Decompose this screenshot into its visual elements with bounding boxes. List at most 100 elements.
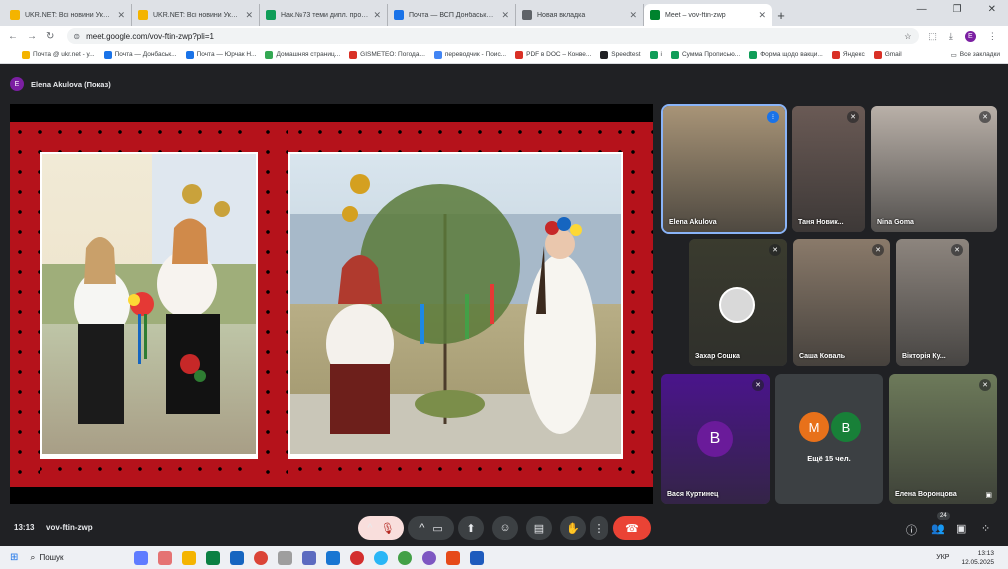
tab-favicon-icon: [10, 10, 20, 20]
participant-tile[interactable]: ✕ Вікторія Ку...: [896, 239, 969, 366]
teams-icon[interactable]: [302, 550, 317, 565]
bookmark-item[interactable]: GISMETEO: Погода...: [349, 50, 425, 59]
word-icon[interactable]: [470, 550, 485, 565]
taskbar-search[interactable]: Пошук: [39, 553, 129, 562]
raise-hand-button[interactable]: ✋: [560, 516, 586, 540]
bookmark-item[interactable]: Speedtest: [600, 50, 641, 59]
chevron-up-icon[interactable]: ^: [419, 522, 424, 534]
leave-call-button[interactable]: ☎: [613, 516, 651, 540]
camera-toggle-button[interactable]: ^ ▭: [408, 516, 454, 540]
url-field[interactable]: ⊜ meet.google.com/vov-ftin-zwp?pli=1 ☆: [67, 28, 920, 44]
participant-tile[interactable]: ⁝ Elena Akulova: [661, 104, 787, 234]
mic-off-icon: ✕: [752, 379, 764, 391]
bookmark-item[interactable]: Gmail: [873, 50, 902, 59]
video-feed: [896, 239, 969, 366]
participant-tile[interactable]: ✕ Елена Воронцова ▣: [889, 374, 997, 504]
close-tab-icon[interactable]: ✕: [245, 10, 253, 21]
download-icon[interactable]: ⤓: [949, 31, 953, 42]
browser-tab[interactable]: Почта — ВСП Донбаський агр... ✕: [388, 4, 516, 26]
bookmark-label: Форма щодо вакци...: [760, 51, 823, 58]
photo-left: [42, 154, 256, 454]
explorer-icon[interactable]: [182, 550, 197, 565]
more-participants-tile[interactable]: M B Ещё 15 чел.: [775, 374, 883, 504]
video-feed: [793, 239, 890, 366]
bookmark-item[interactable]: Форма щодо вакци...: [749, 50, 823, 59]
app-icon[interactable]: [158, 550, 173, 565]
ornament-left: [10, 122, 40, 487]
bookmark-label: Gmail: [884, 51, 902, 58]
menu-icon[interactable]: ⋮: [988, 31, 997, 42]
tab-favicon-icon: [266, 10, 276, 20]
tree-scene-illustration: [290, 174, 621, 454]
edge-icon[interactable]: [206, 550, 221, 565]
opera-icon[interactable]: [350, 550, 365, 565]
windows-start-icon[interactable]: ⊞: [10, 552, 18, 563]
reload-icon[interactable]: ↻: [46, 31, 54, 42]
restore-icon[interactable]: ❐: [953, 4, 962, 15]
close-tab-icon[interactable]: ✕: [117, 10, 125, 21]
browser-tab-strip: UKR.NET: Всі новини України, ...✕UKR.NET…: [0, 0, 1008, 26]
bookmark-favicon-icon: [873, 50, 882, 59]
minimize-icon[interactable]: —: [917, 4, 927, 15]
extensions-icon[interactable]: ⬚: [928, 31, 937, 42]
bookmark-item[interactable]: Сумма Прописью...: [670, 50, 740, 59]
captions-button[interactable]: ▤: [526, 516, 552, 540]
close-tab-icon[interactable]: ✕: [629, 10, 637, 21]
activities-icon[interactable]: ⁘: [981, 522, 990, 535]
close-tab-icon[interactable]: ✕: [758, 10, 766, 21]
app-icon[interactable]: [278, 550, 293, 565]
bookmark-favicon-icon: [649, 50, 658, 59]
site-info-icon[interactable]: ⊜: [73, 32, 80, 41]
close-tab-icon[interactable]: ✕: [373, 10, 381, 21]
browser-tab[interactable]: Нак.№73 теми дипл. проектів ... ✕: [260, 4, 388, 26]
participant-tile[interactable]: ✕ Захар Сошка: [689, 239, 787, 366]
back-icon[interactable]: ←: [8, 31, 18, 42]
bookmark-item[interactable]: Домашняя страниц...: [265, 50, 340, 59]
new-tab-button[interactable]: +: [772, 4, 790, 26]
telegram-icon[interactable]: [374, 550, 389, 565]
bookmark-item[interactable]: i: [649, 50, 662, 59]
bookmark-star-icon[interactable]: ☆: [904, 32, 911, 41]
app-icon[interactable]: [446, 550, 461, 565]
bookmark-item[interactable]: переводчик - Поис...: [433, 50, 506, 59]
close-tab-icon[interactable]: ✕: [501, 10, 509, 21]
chrome-icon[interactable]: [254, 550, 269, 565]
profile-avatar[interactable]: E: [964, 30, 976, 42]
forward-icon[interactable]: →: [27, 31, 37, 42]
girls-illustration: [42, 154, 256, 424]
more-options-button[interactable]: ⋮: [590, 516, 608, 540]
browser-tab[interactable]: UKR.NET: Всі новини України, ... ✕: [132, 4, 260, 26]
reactions-button[interactable]: ☺: [492, 516, 518, 540]
chat-icon[interactable]: ▣: [956, 522, 966, 535]
clock[interactable]: 13:13 12.05.2025: [961, 549, 994, 567]
bookmark-item[interactable]: Почта @ ukr.net - у...: [22, 50, 95, 59]
all-bookmarks[interactable]: ▭ Все закладки: [951, 51, 1000, 59]
participant-tile[interactable]: ✕ Таня Новик...: [792, 106, 865, 232]
browser-tab[interactable]: Meet – vov-ftin-zwp ✕: [644, 4, 772, 26]
browser-tab[interactable]: UKR.NET: Всі новини України, ... ✕: [4, 4, 132, 26]
whatsapp-icon[interactable]: [398, 550, 413, 565]
viber-icon[interactable]: [422, 550, 437, 565]
bookmark-item[interactable]: Почта — Юрчак Н...: [185, 50, 256, 59]
mic-toggle-button[interactable]: ^ 🎙: [358, 516, 404, 540]
search-icon[interactable]: ⌕: [30, 552, 35, 563]
close-window-icon[interactable]: ✕: [988, 4, 996, 15]
bookmark-item[interactable]: Яндекс: [831, 50, 865, 59]
pin-icon[interactable]: ▣: [985, 491, 992, 499]
calculator-icon[interactable]: [326, 550, 341, 565]
hand-icon: ✋: [566, 522, 580, 535]
bookmark-item[interactable]: PDF в DOC – Конве...: [515, 50, 591, 59]
info-icon[interactable]: ⓘ: [906, 522, 917, 538]
outlook-icon[interactable]: [230, 550, 245, 565]
task-view-icon[interactable]: [134, 550, 149, 565]
present-button[interactable]: ⬆: [458, 516, 484, 540]
people-icon[interactable]: 👥: [931, 522, 945, 535]
bookmark-item[interactable]: Почта — Донбаськ...: [103, 50, 177, 59]
ornament-right: [623, 122, 653, 487]
participant-tile[interactable]: B ✕ Вася Куртинец: [661, 374, 770, 504]
participant-tile[interactable]: ✕ Nina Goma: [871, 106, 997, 232]
participant-tile[interactable]: ✕ Саша Коваль: [793, 239, 890, 366]
browser-tab[interactable]: Новая вкладка ✕: [516, 4, 644, 26]
chevron-up-icon[interactable]: ^: [367, 522, 372, 534]
language-indicator[interactable]: УКР: [936, 554, 949, 561]
